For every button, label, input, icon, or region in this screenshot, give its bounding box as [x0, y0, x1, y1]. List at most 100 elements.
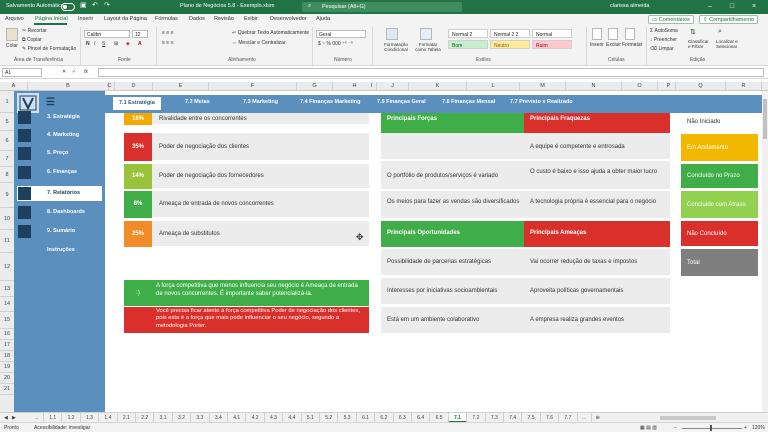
menu-view[interactable]: Exibir [244, 16, 258, 22]
cell-style-option[interactable]: Ruim [532, 40, 572, 49]
copy-button[interactable]: ⧉ Copiar [22, 37, 42, 43]
close-button[interactable]: × [744, 2, 764, 12]
normal-view-icon[interactable]: ▦ ▤ ▥ [640, 425, 657, 431]
fill-color-icon[interactable]: ◈ [126, 41, 130, 47]
maximize-button[interactable]: □ [722, 2, 742, 12]
row-header[interactable]: 18 [0, 351, 14, 362]
format-table-label[interactable]: Formatar como Tabela [413, 42, 443, 52]
row-header[interactable]: 13 [0, 281, 14, 297]
row-header[interactable]: 1 [0, 91, 14, 113]
sidebar-item-5-pre-o[interactable]: 5. Preço [17, 146, 102, 161]
zoom-in-icon[interactable]: + [744, 425, 747, 431]
menu-help[interactable]: Ajuda [316, 16, 330, 22]
format-cells-icon[interactable] [625, 28, 635, 40]
autosum-button[interactable]: Σ AutoSoma [650, 28, 678, 34]
sidebar-item-9-sum-rio[interactable]: 9. Sumário [17, 224, 102, 239]
find-icon[interactable]: ⌕ [718, 28, 722, 36]
menu-formulas[interactable]: Fórmulas [155, 16, 178, 22]
align-left-icon[interactable]: ≡ ≡ ≡ [162, 40, 174, 46]
formula-input[interactable] [98, 68, 764, 77]
column-header[interactable]: Q [676, 82, 726, 91]
column-header[interactable]: O [622, 82, 658, 91]
row-header[interactable]: 6 [0, 131, 14, 151]
cancel-icon[interactable]: ✕ [62, 69, 66, 75]
share-button[interactable]: ⇪ Compartilhamento [699, 15, 759, 24]
column-header[interactable]: K [409, 82, 467, 91]
row-header[interactable]: 11 [0, 230, 14, 253]
autosave-toggle[interactable] [61, 3, 75, 11]
borders-icon[interactable]: ⊞ [114, 41, 118, 47]
sidebar-item-6-finan-as[interactable]: 6. Finanças [17, 165, 102, 180]
sidebar-item-7-relat-rios[interactable]: 7. Relatórios [17, 186, 102, 201]
save-icon[interactable]: ▣ [80, 1, 87, 9]
column-header[interactable]: C [105, 82, 115, 91]
user-name[interactable]: clarissa almeida [610, 3, 649, 9]
cell-style-option[interactable]: Bom [448, 40, 488, 49]
row-header[interactable]: 20 [0, 373, 14, 384]
menu-file[interactable]: Arquivo [5, 16, 24, 22]
horizontal-scrollbar[interactable] [660, 416, 716, 420]
merge-center-button[interactable]: ⇔ Mesclar e Centralizar [232, 40, 286, 46]
menu-data[interactable]: Dados [189, 16, 205, 22]
column-header[interactable]: F [209, 82, 297, 91]
tab-7.5-finanças-geral[interactable]: 7.5 Finanças Geral [377, 99, 426, 105]
zoom-level[interactable]: 120% [752, 425, 765, 431]
column-header[interactable]: L [467, 82, 520, 91]
format-cells-label[interactable]: Formatar [622, 42, 642, 48]
align-top-icon[interactable]: ≡ ≡ ≡ [162, 30, 174, 36]
italic-button[interactable]: I [94, 41, 95, 47]
delete-cells-icon[interactable] [608, 28, 618, 40]
menu-page-layout[interactable]: Layout da Página [104, 16, 147, 22]
cell-style-option[interactable]: Neutro [490, 40, 530, 49]
column-header[interactable]: N [566, 82, 622, 91]
column-header[interactable]: P [662, 82, 676, 91]
cut-button[interactable]: ✂ Recortar [22, 28, 47, 34]
column-header[interactable]: B [28, 82, 109, 91]
zoom-handle[interactable] [710, 425, 712, 431]
column-header[interactable]: A [0, 82, 28, 91]
format-painter-button[interactable]: ✎ Pincel de Formatação [22, 46, 76, 52]
name-box[interactable]: A1 [2, 68, 42, 77]
column-header[interactable]: G [297, 82, 333, 91]
column-header[interactable]: R [726, 82, 762, 91]
bold-button[interactable]: N [86, 41, 90, 47]
column-header[interactable]: M [520, 82, 566, 91]
comments-button[interactable]: ▭ Comentários [648, 15, 694, 24]
column-header[interactable]: D [115, 82, 153, 91]
sidebar-item-3-estrat-gia[interactable]: 3. Estratégia [17, 110, 102, 125]
format-table-icon[interactable] [420, 28, 432, 40]
row-header[interactable]: 16 [0, 329, 14, 340]
menu-review[interactable]: Revisão [214, 16, 234, 22]
currency-icon[interactable]: $ ~ % 000 ⁺⁰ ⁻⁰ [318, 41, 353, 47]
row-header[interactable]: 17 [0, 340, 14, 351]
font-color-icon[interactable]: A [138, 41, 142, 47]
number-format-select[interactable]: Geral [316, 30, 366, 38]
scroll-thumb[interactable] [763, 99, 767, 139]
row-header[interactable]: 7 [0, 151, 14, 167]
font-name-select[interactable]: Calibri [84, 30, 130, 38]
menu-developer[interactable]: Desenvolvedor [270, 16, 307, 22]
zoom-slider[interactable] [682, 427, 742, 429]
sidebar-item-8-dashboards[interactable]: 8. Dashboards [17, 205, 102, 220]
tab-7.1-estratégia[interactable]: 7.1 Estratégia [113, 97, 161, 110]
row-header[interactable]: 10 [0, 208, 14, 230]
tab-7.2-metas[interactable]: 7.2 Metas [185, 99, 210, 105]
sort-filter-label[interactable]: Classificar e Filtrar [688, 39, 712, 49]
paste-label[interactable]: Colar [6, 43, 18, 49]
delete-cells-label[interactable]: Excluir [606, 42, 621, 48]
tab-7.7-previsto-x-realizado[interactable]: 7.7 Previsto x Realizado [510, 99, 573, 105]
cell-style-option[interactable]: Normal 2 [448, 29, 488, 38]
row-header[interactable]: 5 [0, 113, 14, 131]
wrap-text-button[interactable]: ↵ Quebrar Texto Automaticamente [232, 30, 309, 36]
paste-icon[interactable] [6, 28, 18, 41]
clear-button[interactable]: ⌫ Limpar [650, 46, 674, 52]
row-header[interactable]: 9 [0, 183, 14, 208]
fill-button[interactable]: ↓ Preencher [650, 37, 677, 43]
cell-style-option[interactable]: Normal 2 2 [490, 29, 530, 38]
tab-7.3-marketing[interactable]: 7.3 Marketing [243, 99, 278, 105]
sidebar-item-instru-es[interactable]: Instruções [17, 243, 102, 258]
column-header[interactable]: I [367, 82, 377, 91]
vertical-scrollbar[interactable] [762, 91, 768, 412]
conditional-format-label[interactable]: Formatação Condicional [378, 42, 414, 52]
cell-style-option[interactable]: Normal [532, 29, 572, 38]
